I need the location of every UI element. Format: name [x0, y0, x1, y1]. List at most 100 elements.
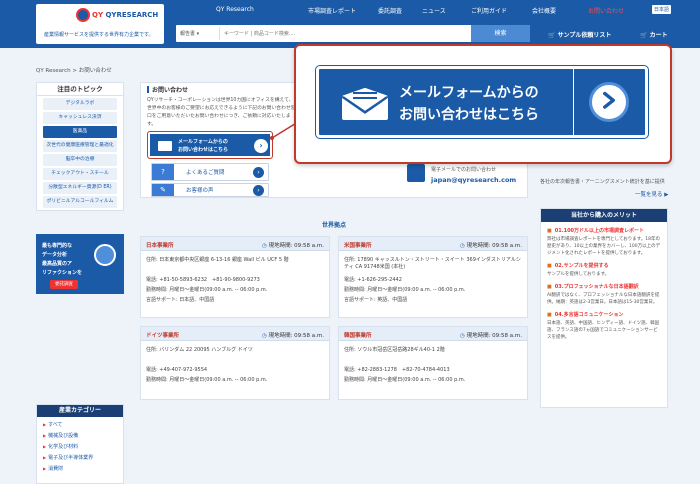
topic-item[interactable]: 医薬品: [43, 126, 117, 138]
sample-request-link[interactable]: 🛒 サンプル依頼リスト: [548, 30, 611, 39]
envelope-icon: [158, 141, 172, 151]
category-title: 産業カテゴリー: [37, 405, 123, 417]
office-time: 現地時間: 09:58 a.m.: [262, 331, 324, 339]
zoom-callout: メールフォームからの お問い合わせはこちら: [294, 44, 672, 164]
cart-link[interactable]: 🛒 カート: [640, 30, 668, 39]
cart-icon: 🛒: [548, 32, 556, 39]
office-line: 住所: バリンダム 22 20095 ハンブルグ ドイツ: [146, 347, 253, 353]
mail-form-button[interactable]: メールフォームからの お問い合わせはこちら ›: [148, 132, 272, 158]
news-snippet[interactable]: 各社の年次報告書・アーニングスメント統計を基に提供: [540, 178, 670, 185]
logo[interactable]: QY QYRESEARCH 産業情報サービスを提供する世界有力企業です。: [36, 4, 164, 44]
divider: [573, 69, 574, 135]
office-name: 米国事業所: [344, 243, 372, 249]
search-input[interactable]: [224, 27, 464, 40]
sidebar: 注目のトピック デジタルラボ キャッシュレス決済 医薬品 次世代の健康医療管理と…: [36, 82, 124, 484]
office-line: 電話: +1-626-295-2442: [344, 277, 402, 283]
mail-form-button-large[interactable]: メールフォームからの お問い合わせはこちら: [316, 66, 648, 138]
nav-contact[interactable]: お問い合わせ: [588, 6, 624, 15]
topic-item[interactable]: キャッシュレス決済: [43, 112, 117, 124]
envelope-icon: [341, 87, 389, 120]
customer-voice-button[interactable]: ✎ お客様の声 ›: [151, 183, 269, 197]
email-link[interactable]: japan@qyresearch.com: [431, 176, 516, 184]
cart-icon: 🛒: [640, 32, 648, 39]
office-card-germany: ドイツ事業所 現地時間: 09:58 a.m. 住所: バリンダム 22 200…: [140, 326, 330, 400]
category-item[interactable]: すべて: [43, 421, 117, 428]
nav-market-reports[interactable]: 市場調査レポート: [308, 6, 356, 15]
merit-title: 03.プロフェッショナルな日本語翻訳: [547, 283, 661, 290]
office-line: 住所: 日本東京都中央区銀座 6-13-16 銀座 Wall ビル UCF 5 …: [146, 257, 289, 263]
question-icon: ?: [152, 164, 174, 180]
chevron-right-icon: ›: [254, 139, 268, 153]
topic-item[interactable]: 分散型エネルギー資源(D ER): [43, 182, 117, 194]
office-line: 勤務時間: 月曜日〜金曜日(09:00 a.m. -- 06:00 p.m.: [146, 287, 268, 293]
category-item[interactable]: 化学及び材料: [43, 443, 117, 450]
merit-title: 01.100万ドル以上の市場調査レポート: [547, 227, 661, 234]
breadcrumb[interactable]: QY Research > お問い合わせ: [36, 66, 112, 74]
office-line: 勤務時間: 月曜日〜金曜日(09:00 a.m. -- 06:00 p.m.: [146, 377, 268, 383]
faq-label: よくあるご質問: [186, 170, 225, 176]
faq-button[interactable]: ? よくあるご質問 ›: [151, 163, 269, 181]
office-card-us: 米国事業所 現地時間: 09:58 a.m. 住所: 17890 キャッスルトン…: [338, 236, 528, 318]
search-button[interactable]: 検索: [471, 25, 530, 42]
site-header: QY QYRESEARCH 産業情報サービスを提供する世界有力企業です。 QY …: [0, 0, 700, 48]
mail-form-label: メールフォームからの お問い合わせはこちら: [178, 139, 229, 153]
email-label: 電子メールでのお問い合わせ: [431, 167, 497, 173]
office-line: 勤務時間: 月曜日〜金曜日(09:00 a.m. -- 06:00 p.m.: [344, 377, 466, 383]
office-line: 勤務時間: 月曜日〜金曜日(09:00 a.m. -- 06:00 p.m.: [344, 287, 466, 293]
banner-line: 最高品質のア: [42, 261, 73, 267]
merit-body: 弊社は市場調査レポートを専門としております。18年の歴史があり、10以上の業界を…: [547, 237, 661, 256]
topic-item[interactable]: デジタルラボ: [43, 98, 117, 110]
office-time: 現地時間: 09:58 a.m.: [262, 241, 324, 249]
chevron-right-icon: [589, 82, 629, 122]
office-line: 住所: 17890 キャッスルトン・ストリート・スイート 369インダストリアル…: [344, 257, 521, 270]
merits-box: 当社から購入のメリット 01.100万ドル以上の市場調査レポート 弊社は市場調査…: [540, 208, 668, 408]
email-contact: 電子メールでのお問い合わせ japan@qyresearch.com: [407, 160, 523, 188]
logo-tagline: 産業情報サービスを提供する世界有力企業です。: [44, 32, 154, 38]
chevron-right-icon: ›: [253, 185, 264, 196]
view-all-link[interactable]: 一覧を見る ▶: [635, 190, 668, 198]
topics-title: 注目のトピック: [37, 83, 123, 96]
category-item[interactable]: 消費財: [43, 465, 117, 472]
banner-line: 最も専門的な: [42, 243, 73, 249]
globe-icon: [76, 8, 90, 22]
category-box: 産業カテゴリー すべて 機械及び設備 化学及び材料 電子及び半導体業界 消費財: [36, 404, 124, 484]
office-time: 現地時間: 09:58 a.m.: [460, 331, 522, 339]
topic-item[interactable]: ポリビニルアルコールフィルム: [43, 196, 117, 208]
category-item[interactable]: 機械及び設備: [43, 432, 117, 439]
office-time: 現地時間: 09:58 a.m.: [460, 241, 522, 249]
office-name: 日本事業所: [146, 243, 174, 249]
merit-title: 02.サンプルを提供する: [547, 262, 661, 269]
office-line: 言語サポート: 日本語、中国語: [146, 297, 215, 303]
topic-item[interactable]: 脳卒中の治療: [43, 154, 117, 166]
nav-qy-research[interactable]: QY Research: [216, 6, 254, 13]
merit-title: 04.多言語コミュニケーション: [547, 311, 661, 318]
office-line: 電話: +49-407-972-9554: [146, 367, 208, 373]
banner-line: リファクションを: [42, 270, 83, 276]
merit-body: サンプルを提供しております。: [547, 272, 610, 277]
consulting-button[interactable]: 委託調査: [50, 280, 78, 289]
nav-guide[interactable]: ご利用ガイド: [471, 6, 507, 15]
topic-item[interactable]: チェックアウト・スチール: [43, 168, 117, 180]
logo-text: QY QYRESEARCH: [92, 11, 159, 19]
office-line: 電話: +81-50-5893-6232 +81-90-9800-9273: [146, 277, 260, 283]
topic-item[interactable]: 次世代の健康医療管理と最適化: [43, 140, 117, 152]
consulting-banner[interactable]: 最も専門的な データ分析 最高品質のア リファクションを 委託調査: [36, 234, 124, 294]
merits-title: 当社から購入のメリット: [541, 209, 667, 222]
nav-consulting[interactable]: 委託調査: [378, 6, 402, 15]
nav-company[interactable]: 会社概要: [532, 6, 556, 15]
topics-box: 注目のトピック デジタルラボ キャッシュレス決済 医薬品 次世代の健康医療管理と…: [36, 82, 124, 211]
banner-line: データ分析: [42, 252, 68, 258]
chevron-right-icon: ›: [253, 167, 264, 178]
contact-heading: お問い合わせ: [147, 85, 188, 94]
office-line: 電話: +82-2883-1278 +82-70-4784-4013: [344, 367, 450, 373]
search-category-select[interactable]: 報告書 ▾: [178, 27, 220, 40]
merit-body: AI翻訳ではなく、プロフェッショナルな日本語翻訳を提供。納期：英語は2-3営業日…: [547, 293, 660, 305]
category-item[interactable]: 電子及び半導体業界: [43, 454, 117, 461]
office-line: 住所: ソウル市冠岳区冠岳路28ギル40-1 2階: [344, 347, 445, 353]
search-bar: 報告書 ▾ 検索: [176, 25, 530, 42]
mail-form-label-line1: メールフォームからの: [399, 85, 539, 101]
language-switch[interactable]: 日本語: [652, 5, 672, 14]
offices-title: 世界拠点: [321, 222, 346, 229]
nav-news[interactable]: ニュース: [422, 6, 446, 15]
mailbox-icon: [407, 164, 425, 182]
